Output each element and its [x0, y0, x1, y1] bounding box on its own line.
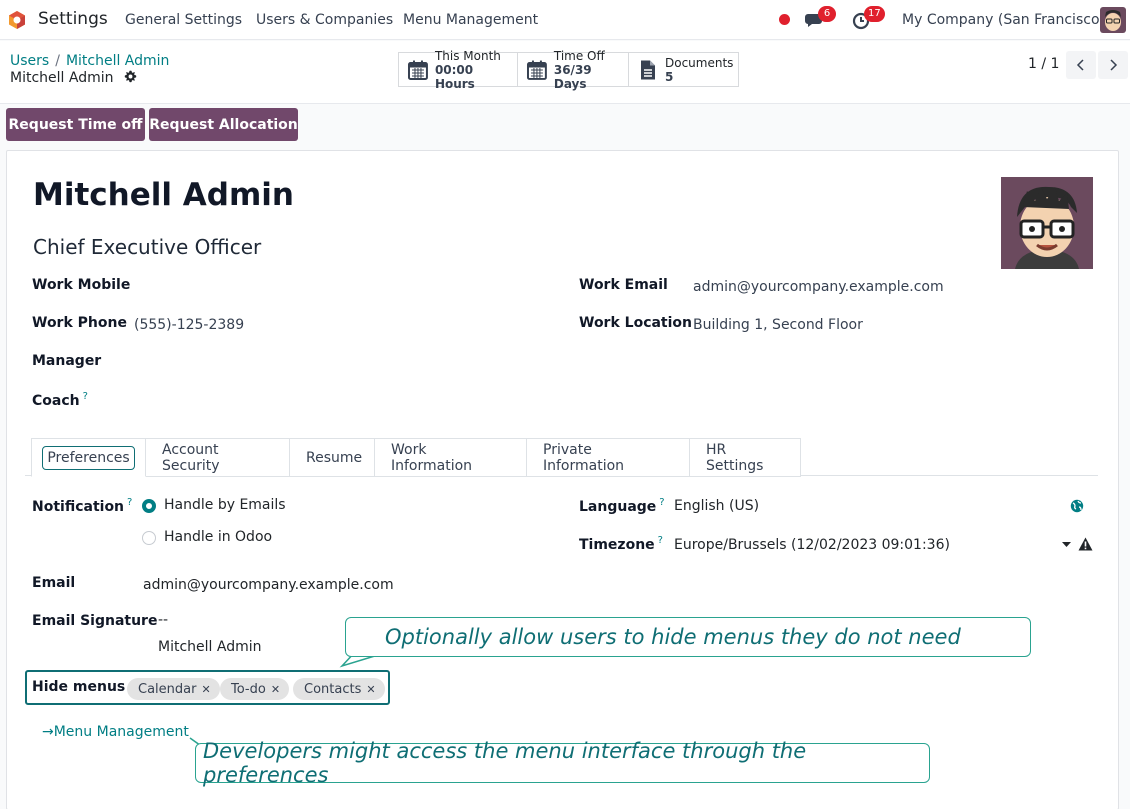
stat-time-off[interactable]: Time Off 36/39 Days — [518, 49, 629, 91]
radio-handle-in-odoo[interactable] — [142, 531, 156, 545]
pager-next-button[interactable] — [1098, 51, 1128, 79]
coach-label: Coach? — [32, 391, 88, 409]
calendar-icon — [526, 60, 547, 80]
chevron-right-icon — [1110, 59, 1118, 71]
messages-badge: 6 — [818, 6, 836, 22]
request-time-off-button[interactable]: Request Time off — [6, 108, 145, 141]
request-allocation-button[interactable]: Request Allocation — [149, 108, 298, 141]
notification-label: Notification? — [32, 497, 132, 515]
stat-this-month[interactable]: This Month 00:00 Hours — [399, 49, 518, 91]
tag-calendar[interactable]: Calendar ✕ — [127, 678, 220, 700]
user-avatar[interactable] — [1100, 7, 1126, 33]
email-signature-label: Email Signature — [32, 613, 158, 629]
work-location-value[interactable]: Building 1, Second Floor — [693, 317, 863, 333]
calendar-icon — [407, 60, 428, 80]
tag-label: Calendar — [138, 681, 197, 697]
record-name: Mitchell Admin — [10, 70, 114, 86]
stat-documents[interactable]: Documents 5 — [629, 53, 738, 86]
menu-menu-management[interactable]: Menu Management — [403, 12, 538, 28]
menu-users-companies[interactable]: Users & Companies — [256, 12, 393, 28]
notification-label-text: Notification — [32, 499, 125, 515]
tag-remove-icon[interactable]: ✕ — [201, 683, 210, 696]
employee-photo[interactable] — [1001, 177, 1093, 269]
signature-name[interactable]: Mitchell Admin — [158, 639, 262, 655]
work-phone-value[interactable]: (555)-125-2389 — [134, 317, 244, 333]
job-title[interactable]: Chief Executive Officer — [33, 235, 261, 259]
signature-dashes[interactable]: -- — [158, 612, 168, 628]
email-value[interactable]: admin@yourcompany.example.com — [143, 577, 394, 593]
tag-remove-icon[interactable]: ✕ — [271, 683, 280, 696]
tab-resume[interactable]: Resume — [290, 438, 375, 477]
globe-icon[interactable] — [1070, 499, 1084, 513]
activities-badge: 17 — [864, 6, 885, 22]
tab-hr-settings[interactable]: HR Settings — [690, 438, 801, 477]
tag-label: To-do — [231, 681, 266, 697]
help-icon[interactable]: ? — [83, 391, 88, 402]
callout-menu-link: Developers might access the menu interfa… — [195, 739, 930, 787]
work-email-label: Work Email — [579, 277, 668, 293]
tab-preferences[interactable]: Preferences — [31, 438, 146, 477]
pager-previous-button[interactable] — [1066, 51, 1096, 79]
gear-icon[interactable] — [124, 70, 137, 83]
breadcrumb-current-link[interactable]: Mitchell Admin — [66, 53, 170, 69]
timezone-select[interactable]: Europe/Brussels (12/02/2023 09:01:36) — [674, 537, 950, 553]
work-email-value[interactable]: admin@yourcompany.example.com — [693, 279, 944, 295]
control-panel: Users / Mitchell Admin Mitchell Admin This… — [0, 41, 1130, 104]
tag-todo[interactable]: To-do ✕ — [220, 678, 290, 700]
language-label: Language? — [579, 497, 665, 515]
record-title: Mitchell Admin — [10, 70, 137, 86]
help-icon[interactable]: ? — [127, 497, 132, 508]
work-phone-label: Work Phone — [32, 315, 127, 331]
caret-down-icon[interactable] — [1062, 542, 1071, 548]
pager-value[interactable]: 1 / 1 — [1028, 56, 1059, 72]
tag-remove-icon[interactable]: ✕ — [366, 683, 375, 696]
odoo-logo-icon[interactable] — [7, 10, 27, 30]
stat-label: This Month — [434, 48, 501, 63]
form-sheet: Mitchell Admin Chief Executive Officer — [6, 150, 1119, 809]
app-name[interactable]: Settings — [38, 9, 108, 29]
email-label: Email — [32, 575, 76, 591]
stat-value: 00:00 Hours — [434, 62, 475, 91]
employee-name[interactable]: Mitchell Admin — [33, 177, 294, 213]
language-label-text: Language — [579, 499, 657, 515]
language-value[interactable]: English (US) — [674, 498, 759, 514]
radio-label[interactable]: Handle in Odoo — [164, 529, 272, 545]
work-location-label: Work Location — [579, 315, 693, 331]
callout-hide-menus: Optionally allow users to hide menus the… — [345, 617, 1031, 657]
stat-value: 5 — [665, 69, 674, 84]
warning-icon — [1078, 537, 1093, 551]
smart-buttons: This Month 00:00 Hours Time Off 36/39 Da… — [398, 49, 739, 91]
notebook-tabs: Preferences Account Security Resume Work… — [31, 438, 801, 477]
breadcrumb-users-link[interactable]: Users — [10, 53, 49, 69]
tab-account-security[interactable]: Account Security — [146, 438, 290, 477]
breadcrumb: Users / Mitchell Admin — [10, 53, 169, 69]
help-icon[interactable]: ? — [658, 535, 663, 546]
help-icon[interactable]: ? — [659, 497, 664, 508]
radio-label[interactable]: Handle by Emails — [164, 497, 286, 513]
tag-contacts[interactable]: Contacts ✕ — [293, 678, 385, 700]
menu-general-settings[interactable]: General Settings — [125, 12, 242, 28]
timezone-label: Timezone? — [579, 535, 663, 553]
top-navbar: Settings General Settings Users & Compan… — [0, 0, 1130, 40]
radio-handle-by-emails[interactable] — [142, 499, 156, 513]
tab-label: Preferences — [42, 445, 135, 470]
menu-management-link[interactable]: →Menu Management — [42, 724, 189, 740]
document-icon — [641, 60, 655, 79]
manager-label: Manager — [32, 353, 102, 369]
status-dot-icon[interactable] — [779, 14, 790, 25]
tab-private-information[interactable]: Private Information — [527, 438, 690, 477]
breadcrumb-separator: / — [55, 53, 60, 69]
stat-value: 36/39 Days — [553, 62, 592, 91]
stat-label: Documents — [665, 55, 734, 70]
stat-label: Time Off — [553, 48, 605, 63]
tag-label: Contacts — [304, 681, 362, 697]
timezone-label-text: Timezone — [579, 537, 655, 553]
tab-work-information[interactable]: Work Information — [375, 438, 527, 477]
company-switcher[interactable]: My Company (San Francisco) — [902, 12, 1105, 28]
hide-menus-label: Hide menus — [32, 679, 126, 695]
work-mobile-label: Work Mobile — [32, 277, 131, 293]
coach-label-text: Coach — [32, 393, 80, 409]
chevron-left-icon — [1076, 59, 1084, 71]
